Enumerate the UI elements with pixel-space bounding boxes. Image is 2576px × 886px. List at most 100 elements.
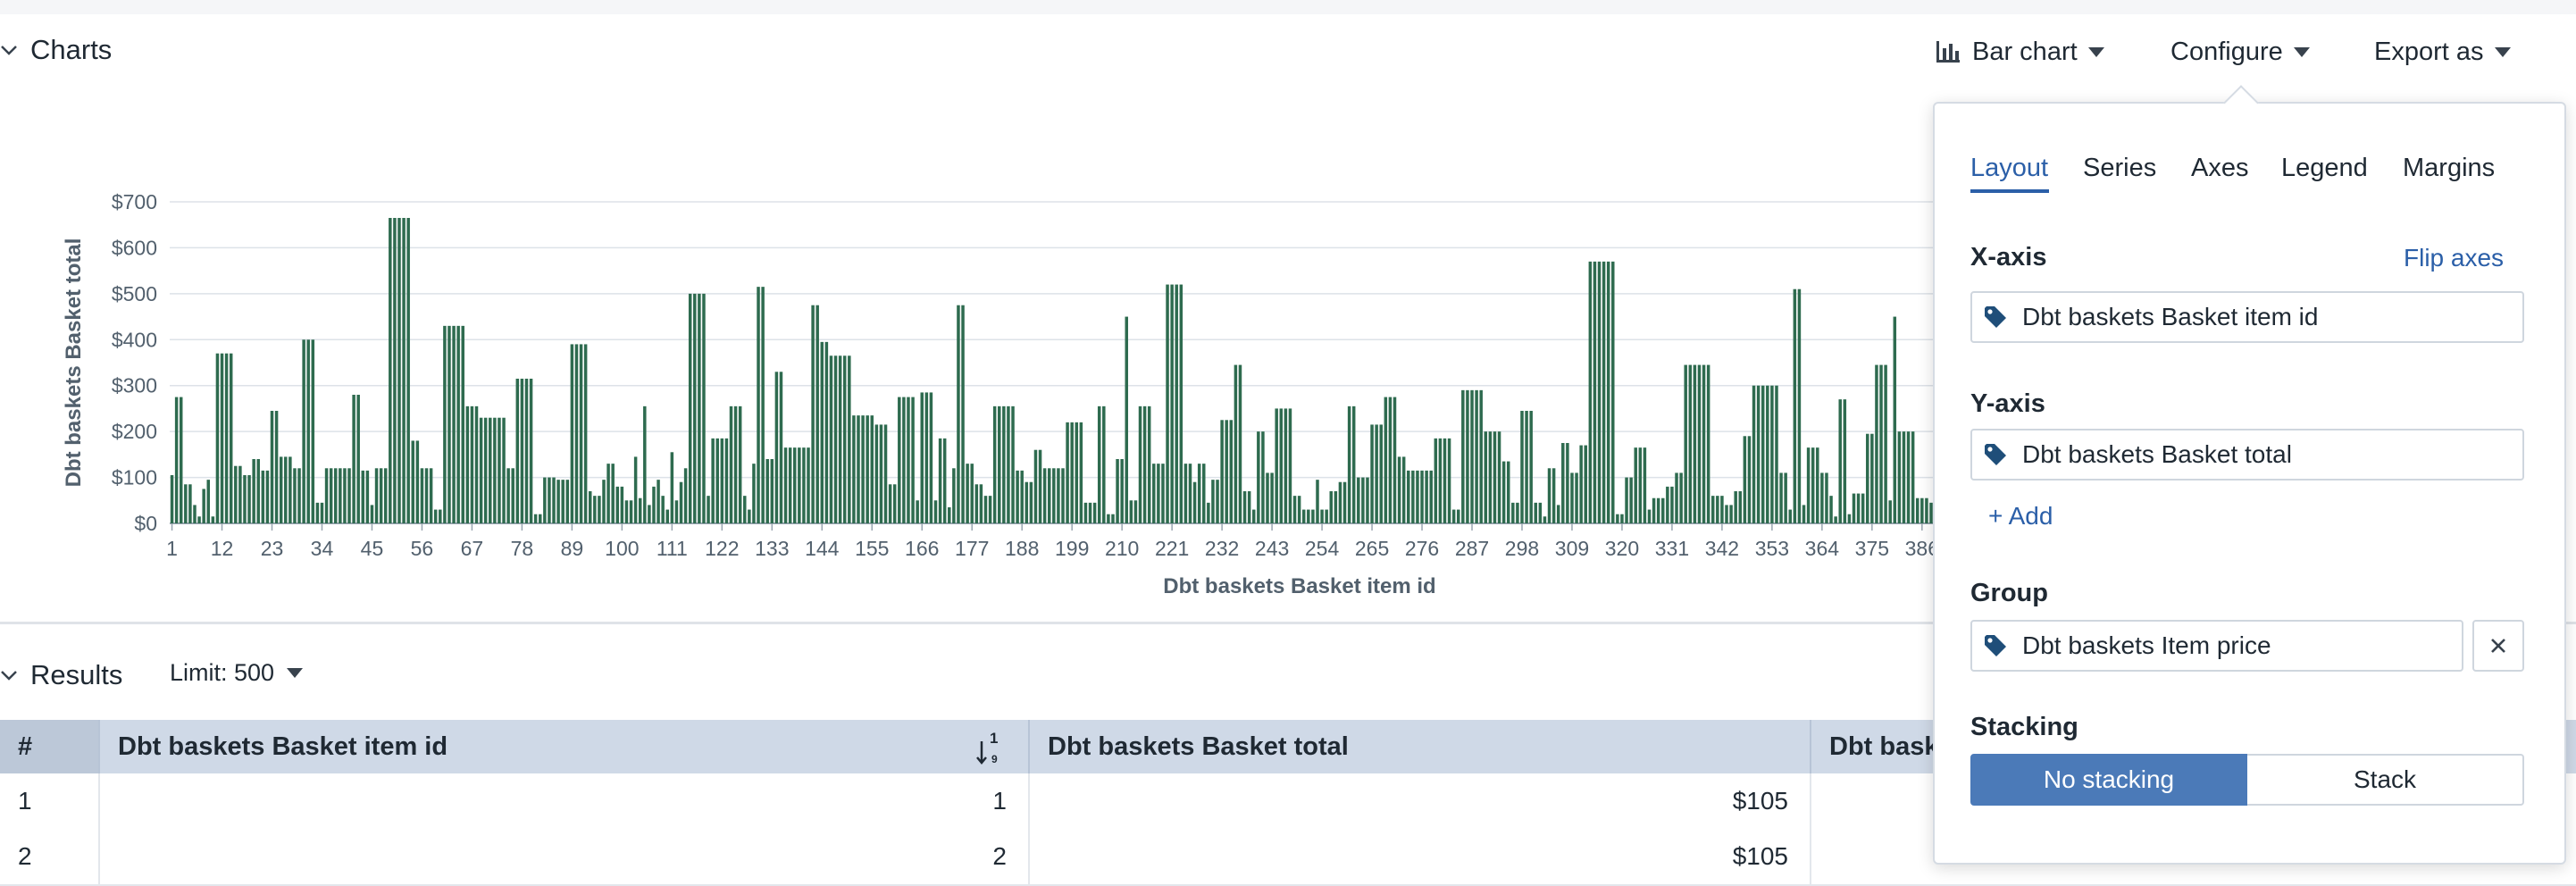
bar bbox=[1825, 472, 1828, 523]
bar bbox=[1725, 505, 1728, 523]
bar bbox=[1470, 389, 1474, 523]
bar bbox=[1784, 472, 1787, 523]
bar bbox=[1551, 468, 1556, 523]
bar bbox=[1697, 364, 1702, 523]
tab-legend[interactable]: Legend bbox=[2281, 154, 2368, 183]
no-stacking-button[interactable]: No stacking bbox=[1970, 754, 2247, 806]
bar bbox=[1270, 472, 1274, 523]
bar bbox=[1125, 316, 1128, 523]
bar bbox=[1320, 509, 1324, 523]
bar bbox=[1466, 389, 1469, 523]
bar bbox=[1247, 491, 1251, 523]
x-tick-label: 309 bbox=[1555, 537, 1589, 560]
bar bbox=[1092, 502, 1097, 523]
stack-button[interactable]: Stack bbox=[2247, 754, 2524, 806]
y-axis-field[interactable]: Dbt baskets Basket total bbox=[1970, 429, 2524, 481]
sort-ascending-icon[interactable]: 1 9 bbox=[974, 727, 1007, 766]
x-tick-label: 56 bbox=[411, 537, 434, 560]
bar bbox=[470, 405, 474, 523]
configure-dropdown[interactable]: Configure bbox=[2170, 34, 2310, 70]
bar bbox=[979, 484, 983, 523]
bar bbox=[1620, 514, 1624, 523]
bar bbox=[757, 287, 760, 523]
bar bbox=[679, 481, 683, 523]
bar bbox=[611, 464, 615, 523]
bar bbox=[1207, 502, 1210, 523]
bar bbox=[1020, 470, 1024, 523]
bar bbox=[1284, 408, 1288, 523]
bar bbox=[1257, 431, 1260, 523]
x-tick-label: 166 bbox=[905, 537, 939, 560]
x-tick-label: 342 bbox=[1705, 537, 1739, 560]
y-tick-label: $400 bbox=[112, 328, 157, 351]
tab-series[interactable]: Series bbox=[2083, 154, 2156, 183]
x-tick-label: 100 bbox=[605, 537, 639, 560]
bar bbox=[1710, 496, 1715, 523]
bar bbox=[1861, 493, 1865, 523]
bar bbox=[270, 411, 274, 523]
x-axis-field[interactable]: Dbt baskets Basket item id bbox=[1970, 291, 2524, 343]
bar bbox=[1197, 464, 1201, 523]
column-header-item-id[interactable]: Dbt baskets Basket item id 1 9 bbox=[100, 720, 1030, 773]
bar bbox=[324, 468, 329, 523]
tab-axes[interactable]: Axes bbox=[2191, 154, 2248, 183]
bar bbox=[339, 468, 342, 523]
bar bbox=[297, 468, 301, 523]
results-section-header[interactable]: Results bbox=[0, 659, 122, 691]
tag-icon bbox=[1985, 635, 2006, 656]
bar bbox=[1147, 405, 1151, 523]
bar bbox=[579, 344, 583, 523]
x-tick-label: 111 bbox=[657, 537, 688, 560]
cell-item-id: 1 bbox=[100, 773, 1030, 829]
column-header-basket-total[interactable]: Dbt baskets Basket total bbox=[1030, 720, 1811, 773]
column-header-index[interactable]: # bbox=[0, 720, 100, 773]
bar bbox=[620, 486, 624, 523]
bar bbox=[429, 468, 433, 523]
bar bbox=[1275, 408, 1278, 523]
bar bbox=[1111, 514, 1115, 523]
bar bbox=[798, 447, 801, 523]
bar bbox=[1016, 470, 1019, 523]
x-tick-label: 265 bbox=[1355, 537, 1389, 560]
chart-type-dropdown[interactable]: Bar chart bbox=[1935, 34, 2104, 70]
bar bbox=[229, 353, 233, 523]
bar bbox=[1493, 431, 1497, 523]
remove-group-button[interactable] bbox=[2472, 620, 2524, 672]
bar bbox=[793, 447, 797, 523]
bar bbox=[1301, 509, 1306, 523]
tab-margins[interactable]: Margins bbox=[2403, 154, 2495, 183]
bar bbox=[293, 468, 297, 523]
x-tick-label: 254 bbox=[1305, 537, 1340, 560]
bar bbox=[424, 468, 429, 523]
bar bbox=[1911, 431, 1915, 523]
bar bbox=[598, 496, 601, 523]
bar bbox=[1611, 261, 1615, 523]
bar bbox=[1047, 468, 1051, 523]
flip-axes-link[interactable]: Flip axes bbox=[2404, 244, 2504, 272]
bar bbox=[1338, 481, 1342, 523]
bar bbox=[1920, 497, 1924, 523]
bar bbox=[1443, 438, 1447, 523]
add-y-axis-link[interactable]: + Add bbox=[1988, 502, 2053, 531]
bar bbox=[748, 509, 751, 523]
group-field[interactable]: Dbt baskets Item price bbox=[1970, 620, 2463, 672]
x-tick-label: 199 bbox=[1055, 537, 1089, 560]
y-axis-label: Y-axis bbox=[1970, 389, 2045, 418]
bar bbox=[1584, 445, 1587, 523]
bar bbox=[1379, 424, 1383, 523]
bar bbox=[1142, 405, 1147, 523]
bar bbox=[948, 507, 951, 523]
bar bbox=[1811, 447, 1815, 523]
bar bbox=[506, 468, 510, 523]
tab-layout[interactable]: Layout bbox=[1970, 154, 2048, 183]
bar bbox=[957, 305, 960, 523]
limit-dropdown[interactable]: Limit: 500 bbox=[170, 659, 304, 687]
bar bbox=[415, 440, 420, 523]
bar bbox=[1693, 364, 1697, 523]
export-dropdown[interactable]: Export as bbox=[2374, 34, 2511, 70]
bar bbox=[933, 500, 938, 523]
bar bbox=[648, 505, 651, 523]
bar bbox=[1451, 509, 1456, 523]
bar bbox=[929, 392, 933, 523]
bar bbox=[302, 339, 305, 523]
